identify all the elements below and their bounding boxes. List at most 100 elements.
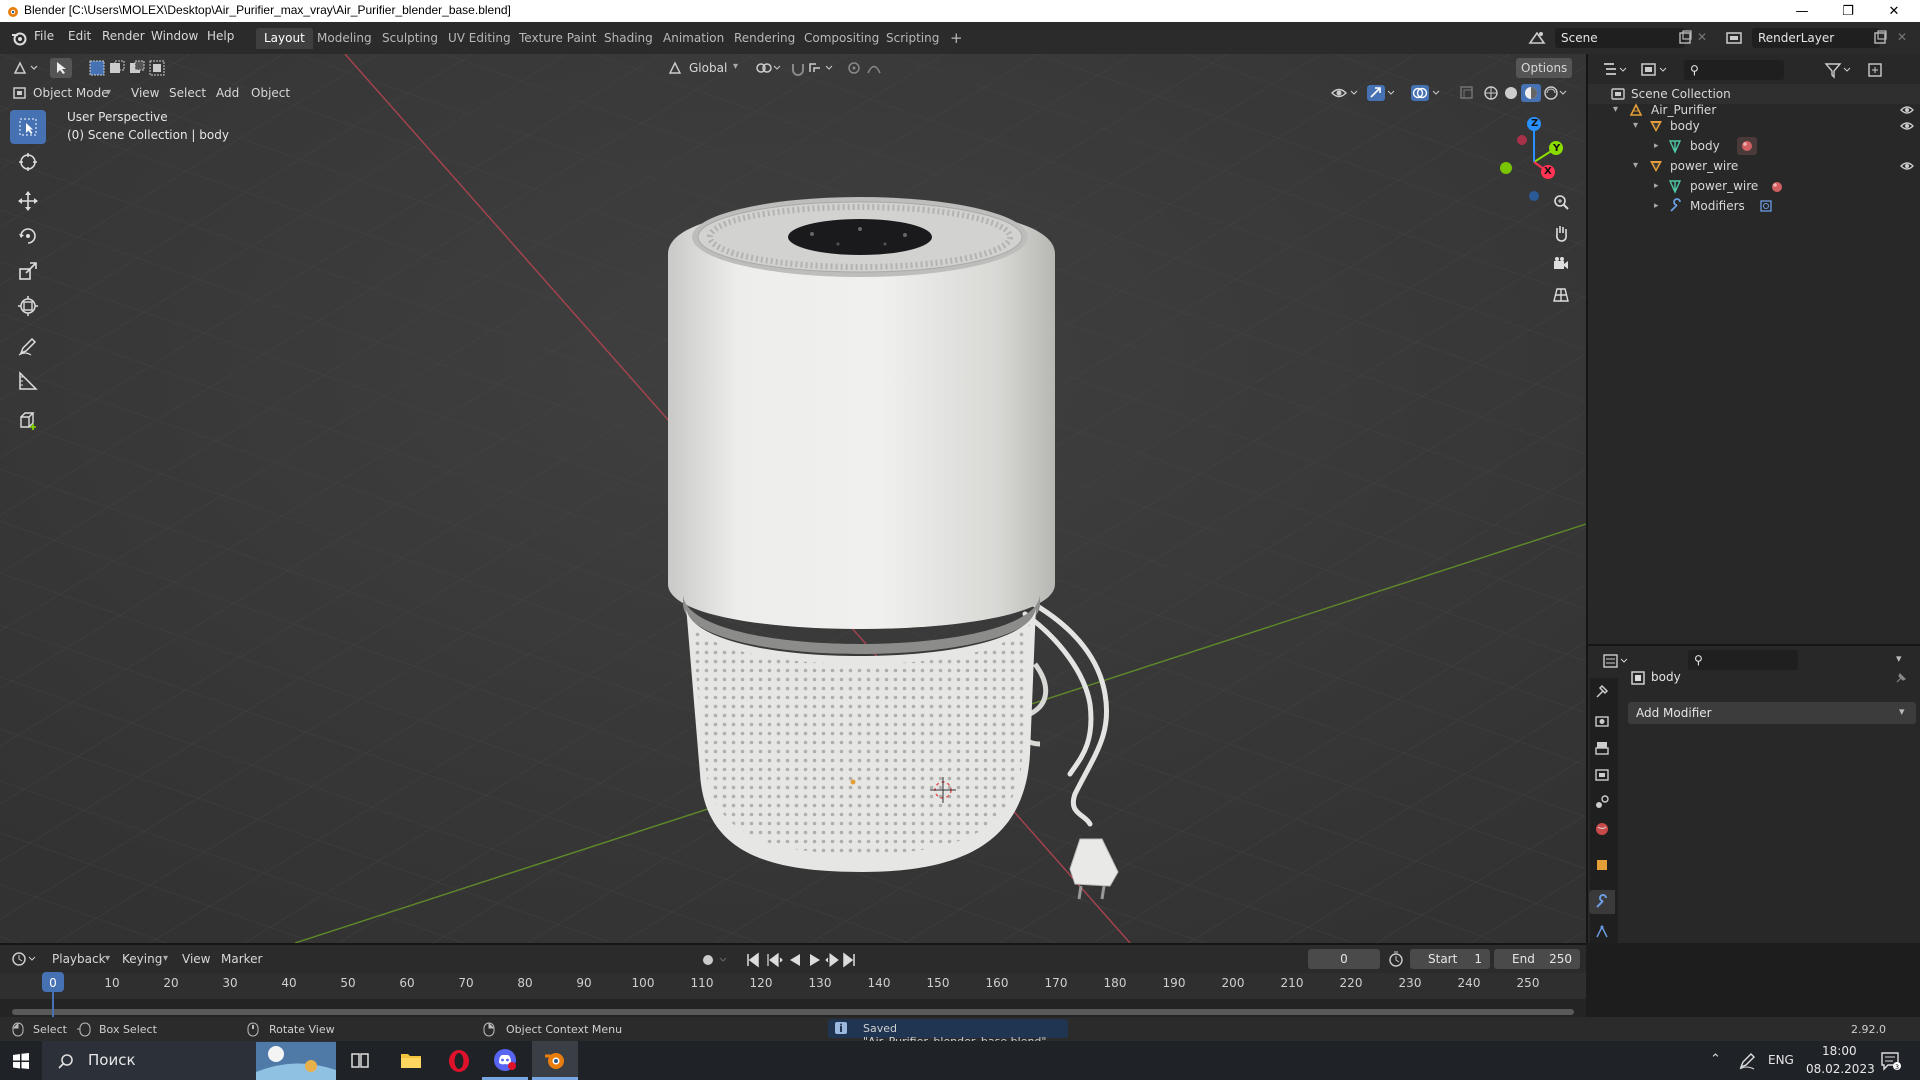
tool-select-box[interactable] bbox=[10, 110, 46, 144]
menu-edit[interactable]: Edit bbox=[68, 29, 91, 43]
frame-start-field[interactable]: Start 1 bbox=[1410, 949, 1490, 969]
minimize-button[interactable]: — bbox=[1780, 0, 1824, 22]
new-view-layer-icon[interactable] bbox=[1872, 30, 1888, 46]
select-subtract-icon[interactable] bbox=[128, 59, 146, 77]
pivot-point-icon[interactable] bbox=[754, 60, 782, 76]
menu-playback[interactable]: Playback bbox=[47, 949, 111, 969]
tab-animation[interactable]: Animation bbox=[655, 28, 732, 49]
transform-orientation-dropdown[interactable]: Global bbox=[684, 58, 732, 78]
pen-tray-icon[interactable] bbox=[1738, 1052, 1756, 1070]
tab-modeling[interactable]: Modeling bbox=[309, 28, 380, 49]
viewport-scene[interactable] bbox=[0, 54, 1586, 943]
tool-transform[interactable] bbox=[10, 289, 46, 323]
taskbar-blender-app[interactable] bbox=[532, 1041, 578, 1080]
scene-icon[interactable] bbox=[1527, 28, 1547, 48]
stopwatch-icon[interactable] bbox=[1388, 951, 1404, 967]
material-icon[interactable] bbox=[1737, 137, 1757, 155]
options-dropdown[interactable]: Options bbox=[1516, 58, 1573, 78]
tab-world-icon[interactable] bbox=[1591, 818, 1613, 840]
menu-timeline-view[interactable]: View bbox=[177, 949, 215, 969]
disclosure-open-icon[interactable]: ▾ bbox=[1613, 100, 1618, 120]
tab-shading[interactable]: Shading bbox=[596, 28, 661, 49]
menu-select[interactable]: Select bbox=[164, 83, 211, 103]
select-new-icon[interactable] bbox=[88, 59, 106, 77]
notifications-icon[interactable]: 3 bbox=[1880, 1051, 1902, 1071]
select-extend-icon[interactable] bbox=[108, 59, 126, 77]
menu-object[interactable]: Object bbox=[246, 83, 295, 103]
tab-compositing[interactable]: Compositing bbox=[796, 28, 887, 49]
tab-sculpting[interactable]: Sculpting bbox=[374, 28, 446, 49]
menu-render[interactable]: Render bbox=[102, 29, 145, 43]
chevron-down-icon[interactable]: ▾ bbox=[1896, 652, 1902, 665]
menu-help[interactable]: Help bbox=[207, 29, 234, 43]
menu-file[interactable]: File bbox=[34, 29, 54, 43]
xray-icon[interactable] bbox=[1458, 84, 1476, 102]
opera-browser-icon[interactable] bbox=[447, 1049, 471, 1073]
outliner-item-power-wire[interactable]: power_wire bbox=[1670, 156, 1738, 176]
close-button[interactable]: ✕ bbox=[1872, 0, 1916, 22]
timeline-editor-icon[interactable] bbox=[12, 951, 38, 967]
disclosure-open-icon[interactable]: ▾ bbox=[1633, 116, 1638, 136]
select-invert-icon[interactable] bbox=[148, 59, 166, 77]
outliner-item-modifiers[interactable]: Modifiers bbox=[1690, 196, 1745, 216]
camera-view-icon[interactable] bbox=[1548, 251, 1574, 277]
menu-marker[interactable]: Marker bbox=[216, 949, 267, 969]
tool-cursor[interactable] bbox=[10, 145, 46, 179]
disclosure-closed-icon[interactable]: ▸ bbox=[1654, 136, 1659, 156]
display-mode-icon[interactable] bbox=[1640, 61, 1670, 79]
tool-scale[interactable] bbox=[10, 254, 46, 288]
taskbar-discord-app[interactable] bbox=[482, 1041, 528, 1080]
tab-tool-icon[interactable] bbox=[1591, 680, 1613, 702]
current-frame-field[interactable]: 0 bbox=[1308, 949, 1380, 969]
pin-icon[interactable] bbox=[1894, 671, 1908, 685]
disclosure-closed-icon[interactable]: ▸ bbox=[1654, 176, 1659, 196]
clock-date[interactable]: 08.02.2023 bbox=[1806, 1062, 1875, 1076]
tool-annotate[interactable] bbox=[10, 329, 46, 363]
perspective-grid-icon[interactable] bbox=[1548, 282, 1574, 308]
view-layer-field[interactable]: RenderLayer bbox=[1752, 28, 1880, 48]
tab-render-icon[interactable] bbox=[1591, 710, 1613, 732]
add-workspace-icon[interactable]: + bbox=[942, 28, 971, 49]
tab-output-icon[interactable] bbox=[1591, 737, 1613, 759]
pan-hand-icon[interactable] bbox=[1548, 220, 1574, 246]
auto-keying-icon[interactable] bbox=[700, 952, 730, 968]
disclosure-closed-icon[interactable]: ▸ bbox=[1654, 196, 1659, 216]
shading-modes-group[interactable] bbox=[1482, 84, 1568, 102]
new-scene-icon[interactable] bbox=[1677, 30, 1693, 46]
disclosure-open-icon[interactable]: ▾ bbox=[1633, 156, 1638, 176]
outliner-editor-icon[interactable] bbox=[1602, 61, 1630, 79]
tab-uv-editing[interactable]: UV Editing bbox=[440, 28, 519, 49]
eye-icon[interactable] bbox=[1900, 160, 1914, 172]
selection-mode-group[interactable] bbox=[88, 58, 166, 78]
editor-type-icon[interactable] bbox=[12, 60, 38, 76]
outliner-search-input[interactable]: ⚲ bbox=[1684, 60, 1784, 80]
tab-object-icon[interactable] bbox=[1591, 854, 1613, 876]
gizmo-toggle-icon[interactable] bbox=[1366, 84, 1396, 102]
tab-modifiers-icon[interactable] bbox=[1589, 890, 1615, 914]
file-explorer-icon[interactable] bbox=[400, 1049, 422, 1071]
timeline-scrollbar[interactable] bbox=[12, 1009, 1574, 1015]
blender-menu-icon[interactable] bbox=[10, 29, 28, 47]
new-collection-icon[interactable] bbox=[1866, 61, 1886, 79]
tab-layout[interactable]: Layout bbox=[256, 28, 313, 49]
properties-editor-icon[interactable] bbox=[1602, 652, 1630, 670]
menu-keying[interactable]: Keying bbox=[117, 949, 167, 969]
proportional-editing-icon[interactable] bbox=[846, 60, 892, 76]
tab-scene-icon[interactable] bbox=[1591, 791, 1613, 813]
restore-button[interactable]: ❐ bbox=[1826, 0, 1870, 22]
properties-search-input[interactable]: ⚲ bbox=[1688, 650, 1798, 670]
tool-add-cube[interactable] bbox=[10, 404, 46, 438]
snap-icon[interactable] bbox=[790, 60, 838, 76]
eye-icon[interactable] bbox=[1900, 104, 1914, 116]
outliner-item-body[interactable]: body bbox=[1670, 116, 1700, 136]
tab-texture-paint[interactable]: Texture Paint bbox=[511, 28, 604, 49]
visibility-eye-icon[interactable] bbox=[1330, 84, 1360, 102]
mode-dropdown[interactable]: Object Mode bbox=[28, 83, 114, 103]
view-layer-icon[interactable] bbox=[1724, 28, 1744, 48]
task-view-icon[interactable] bbox=[350, 1051, 370, 1071]
eye-icon[interactable] bbox=[1900, 120, 1914, 132]
frame-end-field[interactable]: End 250 bbox=[1494, 949, 1580, 969]
tab-particles-icon[interactable] bbox=[1591, 921, 1613, 943]
tab-scripting[interactable]: Scripting bbox=[878, 28, 947, 49]
overlays-icon[interactable] bbox=[1410, 84, 1442, 102]
